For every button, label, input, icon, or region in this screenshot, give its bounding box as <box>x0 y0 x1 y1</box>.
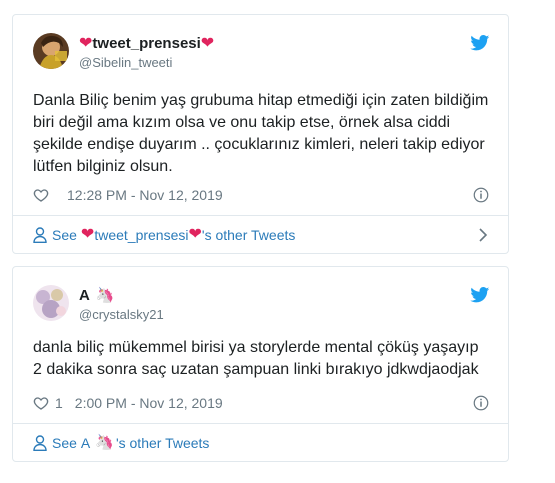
tweet-meta: 12:28 PM - Nov 12, 2019 <box>33 185 490 205</box>
tweet-card: A 🦄 @crystalsky21 danla biliç mükemmel bi… <box>12 266 509 462</box>
footer-prefix: See <box>52 226 77 243</box>
footer-prefix: See <box>52 434 77 451</box>
display-name: tweet_prensesi <box>92 35 201 52</box>
info-icon[interactable] <box>472 186 490 204</box>
footer-name: A <box>80 434 91 451</box>
twitter-bird-icon[interactable] <box>470 35 490 51</box>
unicorn-emoji: 🦄 <box>95 287 115 304</box>
display-name-line[interactable]: ❤ tweet_prensesi ❤ <box>79 35 214 53</box>
tweet-header: ❤ tweet_prensesi ❤ @Sibelin_tweeti <box>33 33 490 77</box>
like-icon[interactable] <box>33 395 49 411</box>
heart-icon: ❤ <box>79 35 93 52</box>
display-name-line[interactable]: A 🦄 <box>79 287 164 305</box>
heart-icon: ❤ <box>188 225 202 243</box>
tweet-card: ❤ tweet_prensesi ❤ @Sibelin_tweeti Danla B… <box>12 14 509 254</box>
user-handle[interactable]: @Sibelin_tweeti <box>79 54 214 72</box>
person-icon <box>33 434 47 451</box>
like-count: 1 <box>55 395 63 411</box>
tweet-meta: 1 2:00 PM - Nov 12, 2019 <box>33 393 490 413</box>
footer-name: tweet_prensesi <box>94 226 189 243</box>
tweet-text: danla biliç mükemmel birisi ya storylerd… <box>33 339 479 378</box>
twitter-bird-icon[interactable] <box>470 287 490 303</box>
timestamp[interactable]: 2:00 PM - Nov 12, 2019 <box>75 395 223 411</box>
heart-icon: ❤ <box>80 225 95 243</box>
avatar[interactable] <box>33 33 69 69</box>
footer-suffix: 's other Tweets <box>115 434 210 451</box>
display-name: A <box>79 287 90 304</box>
unicorn-emoji: 🦄 <box>95 433 114 451</box>
like-icon[interactable] <box>33 187 49 203</box>
tweet-header: A 🦄 @crystalsky21 <box>33 285 490 329</box>
see-other-tweets-link[interactable]: See ❤ tweet_prensesi ❤'s other Tweets <box>13 215 508 253</box>
heart-icon: ❤ <box>200 35 215 52</box>
timestamp[interactable]: 12:28 PM - Nov 12, 2019 <box>67 187 223 203</box>
chevron-right-icon[interactable] <box>478 227 488 243</box>
footer-suffix: 's other Tweets <box>201 226 296 243</box>
see-other-tweets-link[interactable]: See A 🦄 's other Tweets <box>13 423 508 461</box>
author-block: ❤ tweet_prensesi ❤ @Sibelin_tweeti <box>79 35 214 72</box>
person-icon <box>33 226 47 243</box>
user-handle[interactable]: @crystalsky21 <box>79 306 164 324</box>
author-block: A 🦄 @crystalsky21 <box>79 287 164 324</box>
tweet-text: Danla Biliç benim yaş grubuma hitap etme… <box>33 92 489 175</box>
avatar[interactable] <box>33 285 69 321</box>
info-icon[interactable] <box>472 394 490 412</box>
